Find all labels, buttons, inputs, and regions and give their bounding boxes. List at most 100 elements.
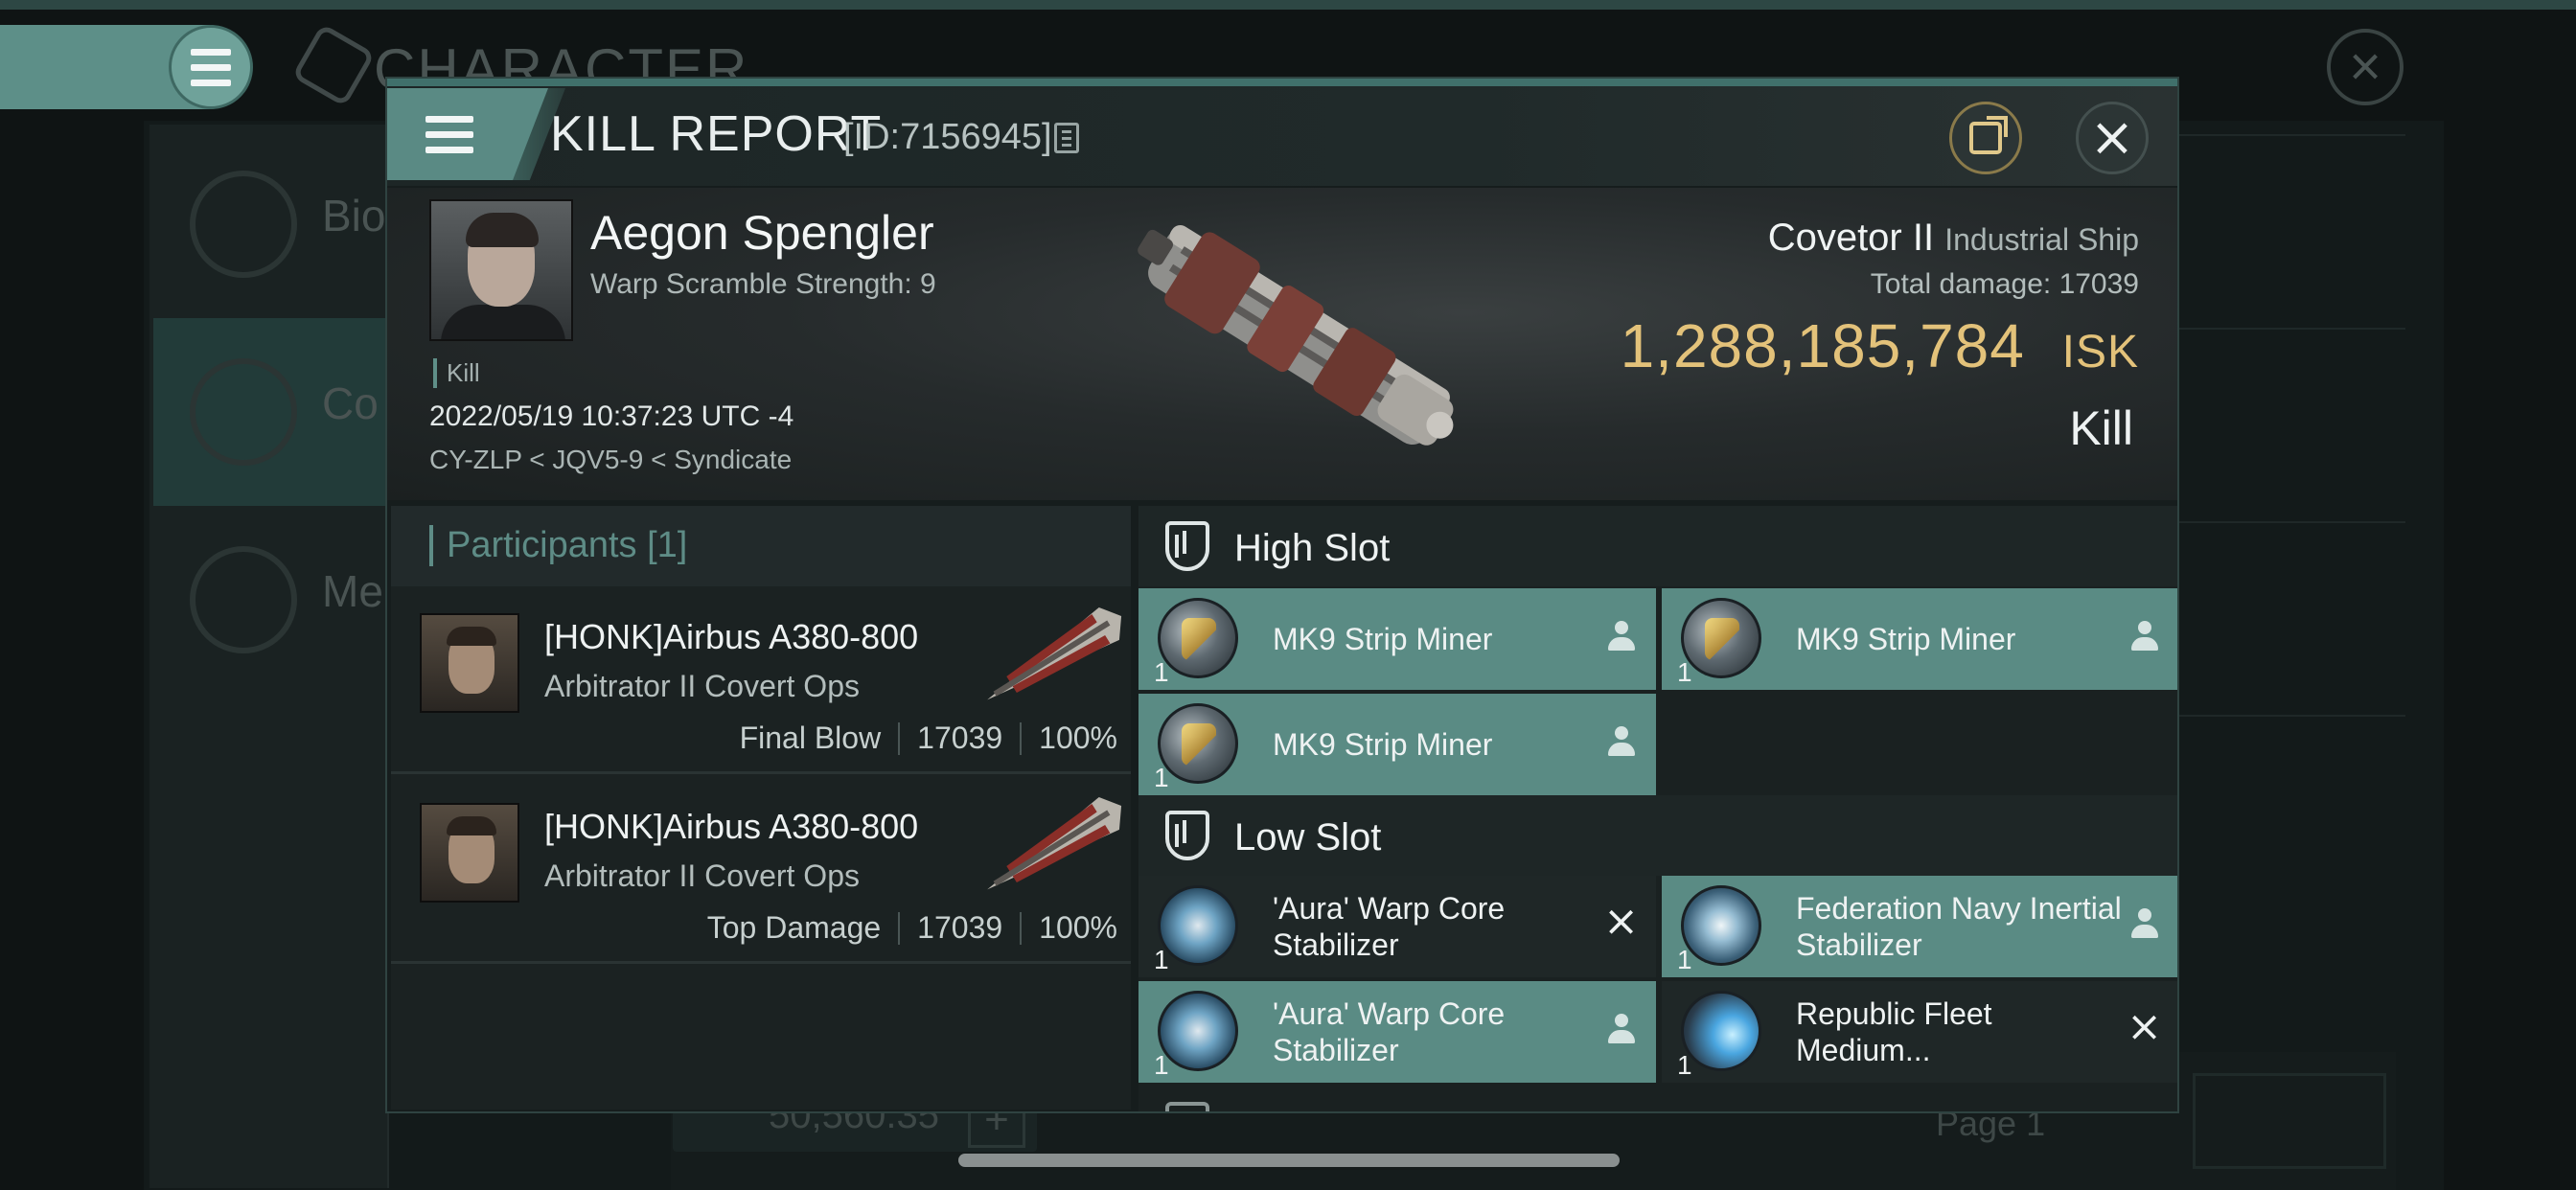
slot-icon — [1165, 1102, 1209, 1111]
warp-scramble-strength: Warp Scramble Strength: 9 — [590, 268, 936, 300]
sidebar-item-combat[interactable]: Co — [153, 318, 389, 506]
close-icon: × — [2089, 106, 2135, 169]
participant-row[interactable]: [HONK]Airbus A380-800 Arbitrator II Cove… — [391, 586, 1131, 774]
participant-damage: 17039 — [917, 910, 1003, 945]
ship-class: Industrial Ship — [1944, 222, 2139, 257]
module-item[interactable]: 1 Republic Fleet Medium... × — [1662, 981, 2177, 1083]
module-quantity: 1 — [1154, 945, 1169, 974]
warp-core-stabilizer-icon — [1158, 991, 1238, 1071]
strip-miner-icon — [1158, 598, 1238, 678]
module-quantity: 1 — [1154, 1050, 1169, 1080]
module-quantity: 1 — [1677, 657, 1692, 687]
participant-stats: Top Damage 17039 100% — [707, 910, 1117, 946]
participant-percent: 100% — [1039, 721, 1117, 755]
kill-result: Kill — [2069, 401, 2133, 455]
low-slot-icon — [1165, 811, 1209, 860]
sidebar-item-label: Bio — [322, 191, 386, 240]
thruster-module-icon — [1681, 991, 1761, 1071]
kill-id: [ID:7156945] — [843, 117, 1052, 157]
sidebar-item-bio[interactable]: Bio — [153, 130, 389, 318]
star-badge-icon — [190, 546, 297, 653]
high-slot-icon — [1165, 521, 1209, 571]
strip-miner-icon — [1158, 703, 1238, 784]
sidebar-item-medals[interactable]: Me — [153, 506, 389, 694]
victim-name[interactable]: Aegon Spengler — [590, 205, 934, 261]
modal-accent-line — [387, 79, 2177, 86]
module-item[interactable]: 1 'Aura' Warp Core Stabilizer — [1138, 981, 1656, 1083]
low-slot-header: Low Slot — [1138, 795, 2177, 876]
module-quantity: 1 — [1154, 763, 1169, 792]
victim-portrait[interactable] — [429, 199, 573, 341]
module-name: MK9 Strip Miner — [1273, 727, 1493, 762]
total-damage-value: 17039 — [2058, 268, 2139, 300]
modal-title: KILL REPORT — [550, 106, 883, 162]
isk-value: 1,288,185,784 ISK — [1621, 310, 2139, 381]
module-item[interactable]: 1 MK9 Strip Miner — [1138, 588, 1656, 690]
home-indicator[interactable] — [958, 1154, 1620, 1167]
participant-row[interactable]: [HONK]Airbus A380-800 Arbitrator II Cove… — [391, 776, 1131, 964]
module-name: Federation Navy Inertial Stabilizer — [1796, 891, 2122, 962]
participants-panel: Participants [1] [HONK]Airbus A380-800 A… — [391, 506, 1131, 1110]
dropped-person-icon — [1608, 726, 1635, 761]
module-quantity: 1 — [1677, 1050, 1692, 1080]
sidebar-item-label: Me — [322, 566, 383, 616]
participants-title: Participants [1] — [429, 525, 687, 566]
share-button[interactable] — [1949, 102, 2022, 174]
victim-summary: Aegon Spengler Warp Scramble Strength: 9… — [387, 188, 2177, 500]
kill-tag: Kill — [433, 358, 480, 388]
participant-role: Final Blow — [739, 721, 882, 755]
module-name: 'Aura' Warp Core Stabilizer — [1273, 891, 1506, 962]
main-menu-button[interactable] — [169, 25, 253, 109]
module-name: MK9 Strip Miner — [1273, 622, 1493, 656]
kill-report-modal: KILL REPORT [ID:7156945] × Aegon Spengle… — [385, 77, 2179, 1113]
dropped-person-icon — [1608, 1014, 1635, 1048]
participant-ship: Arbitrator II Covert Ops — [544, 858, 860, 893]
filter-button[interactable] — [2193, 1073, 2386, 1169]
kill-location[interactable]: CY-ZLP < JQV5-9 < Syndicate — [429, 445, 792, 475]
screen-close-button[interactable]: × — [2327, 29, 2404, 105]
dropped-person-icon — [2131, 621, 2158, 655]
high-slot-header: High Slot — [1138, 506, 2177, 586]
isk-unit: ISK — [2061, 327, 2139, 378]
warp-core-stabilizer-icon — [1158, 885, 1238, 966]
participant-percent: 100% — [1039, 910, 1117, 945]
destroyed-x-icon: × — [2127, 1002, 2162, 1051]
participant-name: [HONK]Airbus A380-800 — [544, 617, 919, 656]
total-damage: Total damage: 17039 — [1871, 268, 2139, 301]
module-name: 'Aura' Warp Core Stabilizer — [1273, 996, 1506, 1067]
hamburger-icon — [191, 48, 231, 86]
module-quantity: 1 — [1154, 657, 1169, 687]
copy-icon[interactable] — [1054, 123, 1079, 153]
next-slot-header — [1138, 1102, 2177, 1111]
close-button[interactable]: × — [2076, 102, 2149, 174]
inertial-stabilizer-icon — [1681, 885, 1761, 966]
ship-type: Covetor II — [1767, 217, 1935, 259]
participant-name: [HONK]Airbus A380-800 — [544, 807, 919, 846]
victim-ship-image[interactable] — [1096, 207, 1499, 466]
participant-ship: Arbitrator II Covert Ops — [544, 669, 860, 703]
ship-name[interactable]: Covetor II Industrial Ship — [1768, 217, 2139, 260]
low-slot-label: Low Slot — [1234, 816, 1382, 858]
participant-damage: 17039 — [917, 721, 1003, 755]
participant-role: Top Damage — [706, 910, 882, 945]
module-item[interactable]: 1 'Aura' Warp Core Stabilizer × — [1138, 876, 1656, 977]
fitting-panel: High Slot 1 MK9 Strip Miner 1 MK9 Strip … — [1138, 506, 2177, 1111]
module-item[interactable]: 1 Federation Navy Inertial Stabilizer — [1662, 876, 2177, 977]
module-item[interactable]: 1 MK9 Strip Miner — [1138, 694, 1656, 795]
module-name: Republic Fleet Medium... — [1796, 996, 1992, 1067]
participant-avatar — [420, 803, 519, 903]
character-icon — [291, 23, 376, 107]
hamburger-icon — [426, 115, 473, 153]
kill-datetime: 2022/05/19 10:37:23 UTC -4 — [429, 400, 794, 432]
participant-stats: Final Blow 17039 100% — [740, 721, 1117, 756]
dropped-person-icon — [1608, 621, 1635, 655]
participant-ship-image — [987, 606, 1122, 700]
crossed-swords-icon — [190, 358, 297, 466]
module-name: MK9 Strip Miner — [1796, 622, 2016, 656]
background-list-lines — [2166, 134, 2405, 908]
bio-icon — [190, 171, 297, 278]
participant-ship-image — [987, 796, 1122, 890]
module-item[interactable]: 1 MK9 Strip Miner — [1662, 588, 2177, 690]
top-border — [0, 0, 2576, 10]
strip-miner-icon — [1681, 598, 1761, 678]
